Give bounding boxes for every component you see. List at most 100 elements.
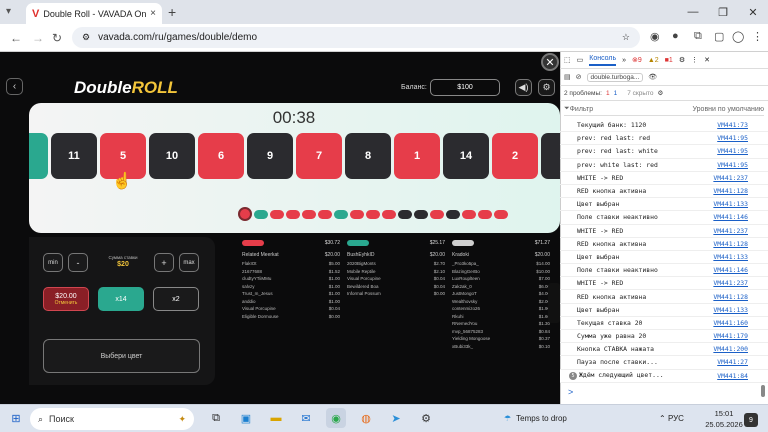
source-link[interactable]: VM441:95 — [717, 134, 748, 142]
taskbar-search[interactable]: ⌕ Поиск ✦ — [30, 408, 194, 430]
browser-tab[interactable]: V Double Roll - VAVADA Onli × — [26, 3, 162, 24]
source-link[interactable]: VM441:237 — [713, 227, 748, 235]
console-scrollbar[interactable] — [761, 385, 765, 397]
forward-arrow-icon[interactable]: → — [32, 31, 44, 45]
console-settings-icon[interactable]: ⚙ — [658, 89, 664, 97]
tab-search-icon[interactable]: ▾ — [6, 6, 11, 17]
new-tab-button[interactable]: + — [168, 4, 176, 20]
task-view-icon[interactable]: ⧉ — [206, 408, 226, 428]
source-link[interactable]: VM441:128 — [713, 293, 748, 301]
source-link[interactable]: VM441:73 — [717, 121, 748, 129]
live-expression-icon[interactable]: 👁 — [648, 73, 657, 81]
clock[interactable]: 15:01 25.05.2026 — [704, 408, 744, 430]
bets-column: $71.27 Kradoki $20.00 _Pro3ko5pa_ $14.00 Blaz… — [452, 240, 550, 350]
source-link[interactable]: VM441:133 — [713, 306, 748, 314]
green-bet-button[interactable]: x14 — [98, 287, 144, 311]
source-link[interactable]: VM441:146 — [713, 213, 748, 221]
issues-label[interactable]: 2 проблемы: — [564, 90, 602, 97]
side-promo-badge[interactable] — [548, 283, 560, 323]
widgets-icon[interactable]: ▣ — [236, 408, 256, 428]
settings-gear-icon[interactable]: ⚙ — [538, 79, 555, 96]
tab-console[interactable]: Консоль — [589, 55, 617, 66]
windows-start-icon[interactable]: ⊞ — [6, 408, 26, 428]
menu-kebab-icon[interactable]: ⋮ — [752, 30, 763, 43]
source-link[interactable]: VM441:200 — [713, 345, 748, 353]
profile-avatar-icon[interactable]: ◯ — [732, 30, 744, 43]
filter-input[interactable]: Фильтр — [570, 106, 594, 113]
back-arrow-icon[interactable]: ← — [10, 31, 22, 45]
outlook-icon[interactable]: ✉ — [296, 408, 316, 428]
issues-error-badge[interactable]: 1 — [606, 90, 610, 97]
source-link[interactable]: VM441:95 — [717, 161, 748, 169]
close-overlay-button[interactable]: ✕ — [541, 53, 559, 71]
devtools-close-icon[interactable]: ✕ — [704, 56, 710, 64]
reload-icon[interactable]: ↻ — [52, 31, 62, 45]
source-link[interactable]: VM441:133 — [713, 253, 748, 261]
source-link[interactable]: VM441:179 — [713, 332, 748, 340]
inspect-icon[interactable]: ⬚ — [564, 56, 571, 64]
warning-count[interactable]: ▲2 — [648, 57, 659, 64]
console-message-text: RED кнопка активна — [577, 239, 647, 248]
firefox-icon[interactable]: ◍ — [356, 408, 376, 428]
log-levels-dropdown[interactable]: Уровни по умолчанию — [693, 106, 764, 113]
file-explorer-icon[interactable]: ▬ — [266, 408, 286, 428]
min-bet-button[interactable]: min — [43, 253, 63, 272]
site-info-icon[interactable]: ⚙ — [82, 32, 90, 43]
black-bet-button[interactable]: x2 — [153, 287, 199, 311]
sidebar-toggle-icon[interactable]: ▤ — [564, 73, 571, 81]
issues-info-badge[interactable]: 1 — [614, 90, 618, 97]
notification-badge[interactable]: 9 — [744, 413, 758, 427]
info-count[interactable]: ■1 — [665, 57, 673, 64]
context-selector[interactable]: double.turboga... — [586, 72, 644, 82]
source-link[interactable]: VM441:95 — [717, 147, 748, 155]
source-link[interactable]: VM441:160 — [713, 319, 748, 327]
sound-icon[interactable]: ◀) — [515, 79, 532, 96]
error-count[interactable]: ⊗9 — [632, 56, 642, 64]
tray-arrow-icon[interactable]: ⌃ — [659, 414, 668, 423]
close-window-icon[interactable]: ✕ — [738, 0, 768, 24]
omnibox[interactable]: ⚙ vavada.com/ru/games/double/demo ☆ — [72, 27, 640, 48]
maximize-icon[interactable]: ❐ — [708, 0, 738, 24]
decrease-bet-button[interactable]: - — [68, 253, 88, 272]
source-link[interactable]: VM441:133 — [713, 200, 748, 208]
system-tray[interactable]: ⌃ РУС — [659, 414, 684, 423]
console-message: prev: red last: red VM441:95 — [560, 132, 768, 146]
source-link[interactable]: VM441:84 — [717, 372, 748, 380]
minimize-icon[interactable]: — — [678, 0, 708, 24]
top-bet-amount: $20.00 — [429, 252, 445, 258]
devtools-settings-icon[interactable]: ⚙ — [679, 56, 685, 64]
language-indicator[interactable]: РУС — [668, 414, 684, 423]
bet-amount-value[interactable]: $20 — [103, 261, 143, 268]
cookie-extension-icon[interactable]: ● — [672, 30, 679, 42]
source-link[interactable]: VM441:128 — [713, 240, 748, 248]
source-link[interactable]: VM441:146 — [713, 266, 748, 274]
close-tab-icon[interactable]: × — [150, 8, 156, 19]
source-link[interactable]: VM441:27 — [717, 358, 748, 366]
settings-app-icon[interactable]: ⚙ — [416, 408, 436, 428]
increase-bet-button[interactable]: + — [154, 253, 174, 272]
extension-icon[interactable]: ◉ — [650, 30, 660, 43]
console-message: Цвет выбран VM441:133 — [560, 304, 768, 317]
chrome-icon[interactable]: ◉ — [326, 408, 346, 428]
vavada-favicon-icon: V — [32, 7, 40, 20]
more-tabs-icon[interactable]: » — [622, 57, 626, 64]
device-toggle-icon[interactable]: ▭ — [577, 56, 584, 64]
bet-user: Yielding Mongoose — [452, 336, 491, 341]
bookmark-star-icon[interactable]: ☆ — [622, 32, 630, 43]
choose-color-button[interactable]: Выбери цвет — [43, 339, 200, 373]
source-link[interactable]: VM441:237 — [713, 174, 748, 182]
telegram-icon[interactable]: ➤ — [386, 408, 406, 428]
sidebar-panel-icon[interactable]: ▢ — [714, 30, 724, 43]
source-link[interactable]: VM441:128 — [713, 187, 748, 195]
puzzle-extensions-icon[interactable]: ⧉ — [694, 30, 702, 43]
red-bet-button[interactable]: $20.00 Отменить — [43, 287, 89, 311]
url-text[interactable]: vavada.com/ru/games/double/demo — [98, 32, 614, 43]
clear-console-icon[interactable]: ⊘ — [576, 73, 582, 81]
back-button[interactable]: ‹ — [6, 78, 23, 95]
max-bet-button[interactable]: max — [179, 253, 199, 272]
source-link[interactable]: VM441:237 — [713, 279, 748, 287]
console-prompt[interactable]: > — [568, 387, 573, 397]
devtools-menu-icon[interactable]: ⋮ — [691, 56, 698, 64]
weather-widget[interactable]: ☂ Temps to drop — [504, 414, 567, 423]
bet-row: FlakIOt $5.00 — [242, 260, 340, 268]
